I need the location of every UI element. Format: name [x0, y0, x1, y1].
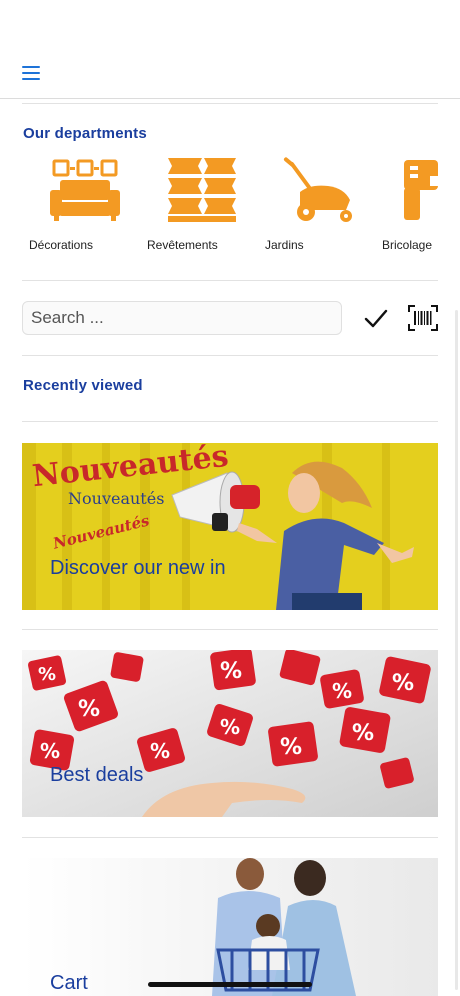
menu-line: [22, 78, 40, 80]
svg-text:%: %: [352, 721, 374, 746]
divider: [22, 280, 438, 281]
svg-text:%: %: [280, 735, 302, 760]
sofa-icon: [50, 159, 120, 221]
divider: [22, 103, 438, 104]
top-bar: [0, 0, 460, 99]
department-jardins[interactable]: Jardins: [258, 152, 368, 262]
divider: [22, 629, 438, 630]
divider: [22, 837, 438, 838]
banner-caption: Best deals: [50, 764, 144, 786]
hamburger-menu-icon[interactable]: [22, 64, 40, 82]
home-indicator[interactable]: [148, 982, 312, 987]
departments-title: Our departments: [23, 125, 147, 142]
banner-caption: Discover our new in: [50, 557, 226, 579]
department-label: Décorations: [29, 238, 94, 252]
barcode-scan-icon[interactable]: [408, 305, 438, 331]
department-bricolage[interactable]: Bricolage: [376, 152, 460, 262]
flooring-tiles-icon: [168, 158, 236, 222]
svg-text:%: %: [332, 679, 352, 703]
svg-text:%: %: [150, 739, 170, 763]
svg-text:%: %: [38, 664, 56, 685]
svg-text:%: %: [220, 715, 240, 739]
department-label: Jardins: [265, 238, 304, 252]
recently-viewed-title: Recently viewed: [23, 377, 143, 394]
checkmark-icon[interactable]: [364, 308, 388, 330]
lawn-mower-icon: [283, 157, 352, 222]
department-label: Revêtements: [147, 238, 218, 252]
divider: [22, 355, 438, 356]
search-field-container: [22, 301, 342, 335]
banner-new-in[interactable]: Nouveautés Nouveautés Nouveautés Discove…: [22, 443, 438, 610]
menu-line: [22, 66, 40, 68]
banner-cart[interactable]: Cart: [22, 858, 438, 996]
department-revetements[interactable]: Revêtements: [140, 152, 250, 262]
department-decorations[interactable]: Décorations: [22, 152, 132, 262]
drill-icon: [404, 160, 438, 220]
svg-text:%: %: [220, 659, 242, 684]
divider: [22, 421, 438, 422]
banner-caption: Cart: [50, 972, 88, 994]
svg-text:%: %: [40, 739, 60, 763]
svg-text:%: %: [392, 671, 414, 696]
department-label: Bricolage: [382, 238, 433, 252]
banner-headline-secondary: Nouveautés: [68, 489, 165, 508]
search-input[interactable]: [23, 302, 341, 334]
scrollbar[interactable]: [455, 310, 458, 990]
banner-best-deals[interactable]: % % % % % % % % % % Best deals: [22, 650, 438, 817]
svg-text:%: %: [78, 697, 100, 722]
banner-best-deals-image: % % % % % % % % % %: [22, 650, 438, 817]
menu-line: [22, 72, 40, 74]
